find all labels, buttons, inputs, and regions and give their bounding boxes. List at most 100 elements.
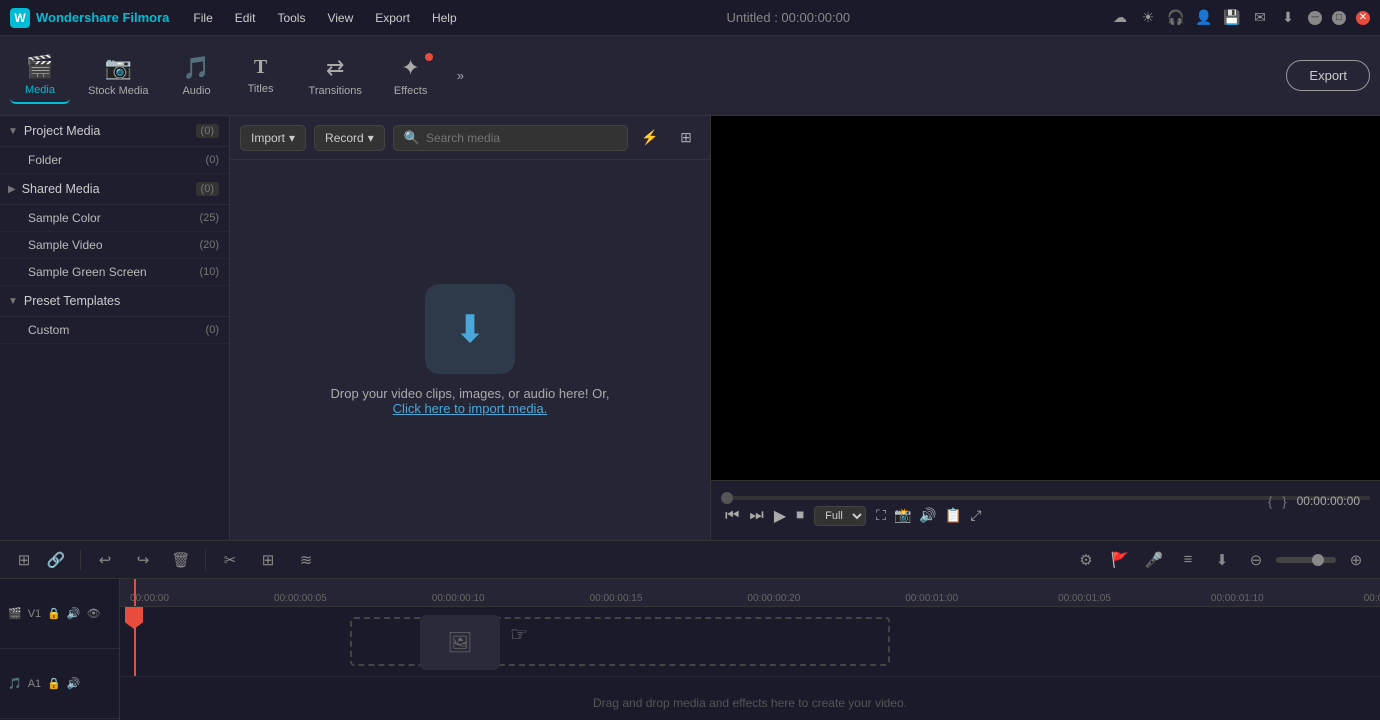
menu-export[interactable]: Export xyxy=(365,7,420,29)
menu-tools[interactable]: Tools xyxy=(267,7,315,29)
layout-icon[interactable]: 📋 xyxy=(945,507,962,524)
mic-icon[interactable]: 🎤 xyxy=(1140,546,1168,574)
tool-effects[interactable]: ✦ Effects xyxy=(380,49,441,103)
import-to-timeline-icon[interactable]: ⬇ xyxy=(1208,546,1236,574)
media-placeholder-icon: 🖼 xyxy=(447,630,472,655)
eye-icon[interactable]: 👁 xyxy=(87,607,101,620)
sample-color-label: Sample Color xyxy=(28,211,101,225)
media-placeholder: 🖼 xyxy=(420,615,500,670)
sidebar-item-sample-green[interactable]: Sample Green Screen (10) xyxy=(0,259,229,286)
sample-green-count: (10) xyxy=(199,266,219,278)
more-tools-button[interactable]: » xyxy=(445,61,475,91)
tool-effects-label: Effects xyxy=(394,85,427,97)
mail-icon[interactable]: ✉ xyxy=(1250,8,1270,28)
menu-edit[interactable]: Edit xyxy=(225,7,266,29)
effects-icon: ✦ xyxy=(401,55,419,81)
undo-button[interactable]: ↩ xyxy=(91,546,119,574)
cloud-icon[interactable]: ☁ xyxy=(1110,8,1130,28)
ruler-marks: 00:00:00 00:00:00:05 00:00:00:10 00:00:0… xyxy=(120,579,1380,606)
snapshot-icon[interactable]: 📸 xyxy=(894,507,911,524)
sidebar-item-custom[interactable]: Custom (0) xyxy=(0,317,229,344)
bracket-in-icon[interactable]: { xyxy=(1268,494,1272,509)
lock-icon[interactable]: 🔒 xyxy=(47,607,61,620)
tool-stock-media[interactable]: 📷 Stock Media xyxy=(74,49,163,103)
menu-icon[interactable]: ≡ xyxy=(1174,546,1202,574)
ruler-mark-100: 00:00:01:00 xyxy=(905,593,958,604)
delete-button[interactable]: 🗑 xyxy=(167,546,195,574)
import-arrow-icon: ▾ xyxy=(289,131,295,145)
sample-video-count: (20) xyxy=(199,239,219,251)
sun-icon[interactable]: ☀ xyxy=(1138,8,1158,28)
tool-titles[interactable]: T Titles xyxy=(231,50,291,101)
import-link[interactable]: Click here to import media. xyxy=(393,401,548,416)
playhead-marker xyxy=(134,579,136,606)
headset-icon[interactable]: 🎧 xyxy=(1166,8,1186,28)
record-button[interactable]: Record ▾ xyxy=(314,125,385,151)
redo-button[interactable]: ↪ xyxy=(129,546,157,574)
tool-media[interactable]: 🎬 Media xyxy=(10,48,70,104)
video-track-label: V1 xyxy=(28,608,41,620)
save-icon[interactable]: 💾 xyxy=(1222,8,1242,28)
titlebar-right: ☁ ☀ 🎧 👤 💾 ✉ ⬇ ─ □ ✕ xyxy=(1110,8,1370,28)
volume-icon[interactable]: 🔊 xyxy=(919,507,936,524)
fullscreen-icon[interactable]: ⛶ xyxy=(876,507,886,524)
grid-button[interactable]: ⊞ xyxy=(672,124,700,152)
bracket-out-icon[interactable]: } xyxy=(1282,494,1286,509)
sidebar-section-shared-media[interactable]: ▶ Shared Media (0) xyxy=(0,174,229,205)
tool-transitions[interactable]: ⇄ Transitions xyxy=(295,49,376,103)
import-button[interactable]: Import ▾ xyxy=(240,125,306,151)
ruler-mark-10: 00:00:00:10 xyxy=(432,593,485,604)
audio-wave-button[interactable]: ≋ xyxy=(292,546,320,574)
minimize-button[interactable]: ─ xyxy=(1308,11,1322,25)
menu-help[interactable]: Help xyxy=(422,7,467,29)
zoom-in-icon[interactable]: ⊕ xyxy=(1342,546,1370,574)
shared-media-label: Shared Media xyxy=(22,182,100,196)
download-icon[interactable]: ⬇ xyxy=(1278,8,1298,28)
timeline-ruler: 00:00:00 00:00:00:05 00:00:00:10 00:00:0… xyxy=(120,579,1380,607)
preset-chevron: ▼ xyxy=(8,296,18,307)
transform-button[interactable]: ⊞ xyxy=(254,546,282,574)
link-button[interactable]: 🔗 xyxy=(42,546,70,574)
sample-color-count: (25) xyxy=(199,212,219,224)
seek-bar[interactable]: { } 00:00:00:00 xyxy=(721,496,1370,500)
add-media-button[interactable]: ⊞ xyxy=(10,546,38,574)
menu-view[interactable]: View xyxy=(317,7,363,29)
folder-count: (0) xyxy=(206,154,219,166)
sidebar-item-sample-color[interactable]: Sample Color (25) xyxy=(0,205,229,232)
user-icon[interactable]: 👤 xyxy=(1194,8,1214,28)
content-panel: Import ▾ Record ▾ 🔍 ⚡ ⊞ ⬇ Drop your vide… xyxy=(230,116,710,540)
maximize-button[interactable]: □ xyxy=(1332,11,1346,25)
settings-icon[interactable]: ⚙ xyxy=(1072,546,1100,574)
volume-track-icon[interactable]: 🔊 xyxy=(67,607,81,620)
logo-icon: W xyxy=(10,8,30,28)
zoom-out-icon[interactable]: ⊖ xyxy=(1242,546,1270,574)
search-input[interactable] xyxy=(426,131,617,145)
cut-button[interactable]: ✂ xyxy=(216,546,244,574)
preview-screen xyxy=(711,116,1380,480)
sidebar-section-preset-templates[interactable]: ▼ Preset Templates xyxy=(0,286,229,317)
prev-frame-button[interactable]: ⏮ xyxy=(725,507,739,525)
quality-select[interactable]: Full 1/2 1/4 xyxy=(814,506,866,526)
flag-icon[interactable]: 🚩 xyxy=(1106,546,1134,574)
export-button[interactable]: Export xyxy=(1286,60,1370,91)
sidebar-section-project-media[interactable]: ▼ Project Media (0) xyxy=(0,116,229,147)
play-button[interactable]: ▶ xyxy=(774,506,786,526)
sidebar-item-sample-video[interactable]: Sample Video (20) xyxy=(0,232,229,259)
filter-button[interactable]: ⚡ xyxy=(636,124,664,152)
audio-volume-icon[interactable]: 🔊 xyxy=(67,677,81,690)
resize-icon[interactable]: ⤢ xyxy=(970,507,981,524)
app-logo: W Wondershare Filmora xyxy=(10,8,169,28)
seek-thumb[interactable] xyxy=(721,492,733,504)
drag-drop-text: Drag and drop media and effects here to … xyxy=(593,696,907,710)
close-button[interactable]: ✕ xyxy=(1356,11,1370,25)
stop-button[interactable]: ⏹ xyxy=(796,507,804,525)
more-icon: » xyxy=(457,68,464,83)
sidebar-item-folder[interactable]: Folder (0) xyxy=(0,147,229,174)
menu-file[interactable]: File xyxy=(183,7,222,29)
drop-area[interactable]: ⬇ Drop your video clips, images, or audi… xyxy=(230,160,710,540)
zoom-slider[interactable] xyxy=(1276,557,1336,563)
step-forward-button[interactable]: ⏭ xyxy=(749,507,763,525)
audio-lock-icon[interactable]: 🔒 xyxy=(47,677,61,690)
drag-cursor: ☞ xyxy=(510,622,528,647)
tool-audio[interactable]: 🎵 Audio xyxy=(167,49,227,103)
